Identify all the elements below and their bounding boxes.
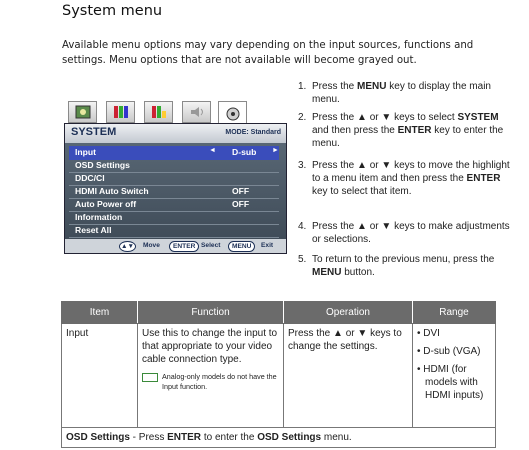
step-number: 3. (298, 160, 307, 171)
osd-header: SYSTEM MODE: Standard (65, 124, 286, 143)
step-number: 4. (298, 221, 307, 232)
osd-item-ddc-ci: DDC/CI (69, 172, 279, 186)
osd-item-label: HDMI Auto Switch (75, 186, 149, 196)
osd-footer-select: Select (201, 242, 221, 249)
picture-icon (68, 101, 97, 123)
step-number: 5. (298, 254, 307, 265)
osd-footer-exit: Exit (261, 242, 274, 249)
osd-item-information: Information (69, 211, 279, 225)
audio-icon (182, 101, 211, 123)
down-arrow-icon: ▼ (381, 221, 392, 232)
note-icon (142, 373, 158, 382)
step-number: 1. (298, 81, 307, 92)
osd-item-label: Information (75, 212, 123, 222)
step-2: 2. Press the ▲ or ▼ keys to select SYSTE… (298, 112, 504, 149)
range-item: • DVI (417, 328, 440, 339)
osd-item-label: Input (75, 147, 96, 157)
enter-key-badge: ENTER (169, 241, 200, 252)
up-down-icon: ▲▼ (119, 241, 137, 252)
up-arrow-icon: ▲ (333, 328, 343, 339)
osd-item-osd-settings: OSD Settings (69, 159, 279, 173)
note: Analog-only models do not have the Input… (142, 372, 279, 392)
osd-item-value: D-sub (232, 147, 257, 157)
column-header-operation: Operation (283, 301, 413, 324)
step-1: 1. Press the MENU key to display the mai… (298, 81, 491, 105)
step-3: 3. Press the ▲ or ▼ keys to move the hig… (298, 160, 510, 197)
osd-panel: SYSTEM MODE: Standard Input ◄ D-sub ► OS… (64, 123, 287, 254)
osd-mode-label: MODE: Standard (225, 129, 281, 136)
function-text: Use this to change the input to that app… (142, 328, 278, 365)
osd-item-auto-power-off: Auto Power off OFF (69, 198, 279, 212)
cell-function: Use this to change the input to that app… (137, 323, 284, 428)
osd-tab-bar (64, 100, 287, 126)
step-4: 4. Press the ▲ or ▼ keys to make adjustm… (298, 221, 510, 245)
step-number: 2. (298, 112, 307, 123)
up-arrow-icon: ▲ (357, 221, 367, 232)
picture-advanced-icon (144, 101, 173, 123)
color-icon (106, 101, 135, 123)
table-header-row: Item Function Operation Range (61, 301, 496, 324)
left-arrow-icon: ◄ (209, 147, 216, 154)
down-arrow-icon: ▼ (381, 112, 392, 123)
settings-table: Item Function Operation Range Input Use … (61, 301, 496, 448)
step-5: 5. To return to the previous menu, press… (298, 254, 495, 278)
cell-item: Input (61, 323, 138, 428)
osd-title: SYSTEM (71, 126, 117, 138)
table-row: OSD Settings - Press ENTER to enter the … (61, 427, 496, 448)
osd-footer: ▲▼ Move ENTER Select MENU Exit (65, 239, 286, 253)
intro-paragraph: Available menu options may vary dependin… (62, 40, 474, 66)
note-text: Analog-only models do not have the Input… (162, 372, 277, 391)
down-arrow-icon: ▼ (381, 160, 392, 171)
osd-settings-row: OSD Settings - Press ENTER to enter the … (61, 427, 496, 448)
column-header-item: Item (61, 301, 138, 324)
cell-operation: Press the ▲ or ▼ keys to change the sett… (283, 323, 413, 428)
range-item: • D-sub (VGA) (417, 346, 481, 357)
column-header-range: Range (412, 301, 496, 324)
osd-item-hdmi-auto-switch: HDMI Auto Switch OFF (69, 185, 279, 199)
menu-key-badge: MENU (228, 241, 256, 252)
osd-menu-illustration: SYSTEM MODE: Standard Input ◄ D-sub ► OS… (64, 100, 287, 254)
osd-item-label: Auto Power off (75, 199, 137, 209)
osd-item-value: OFF (232, 186, 250, 196)
up-arrow-icon: ▲ (357, 112, 367, 123)
up-arrow-icon: ▲ (357, 160, 367, 171)
table-row: Input Use this to change the input to th… (61, 323, 496, 428)
down-arrow-icon: ▼ (357, 328, 368, 339)
osd-item-label: Reset All (75, 225, 112, 235)
osd-item-label: OSD Settings (75, 160, 130, 170)
range-item: • HDMI (for models with HDMI inputs) (417, 364, 484, 401)
osd-item-value: OFF (232, 199, 250, 209)
osd-footer-move: Move (143, 242, 160, 249)
page-title: System menu (62, 3, 163, 19)
right-arrow-icon: ► (272, 147, 279, 154)
cell-range: • DVI • D-sub (VGA) • HDMI (for models w… (412, 323, 496, 428)
column-header-function: Function (137, 301, 284, 324)
osd-item-reset-all: Reset All (69, 224, 279, 238)
osd-item-input: Input ◄ D-sub ► (69, 146, 279, 160)
osd-item-label: DDC/CI (75, 173, 105, 183)
